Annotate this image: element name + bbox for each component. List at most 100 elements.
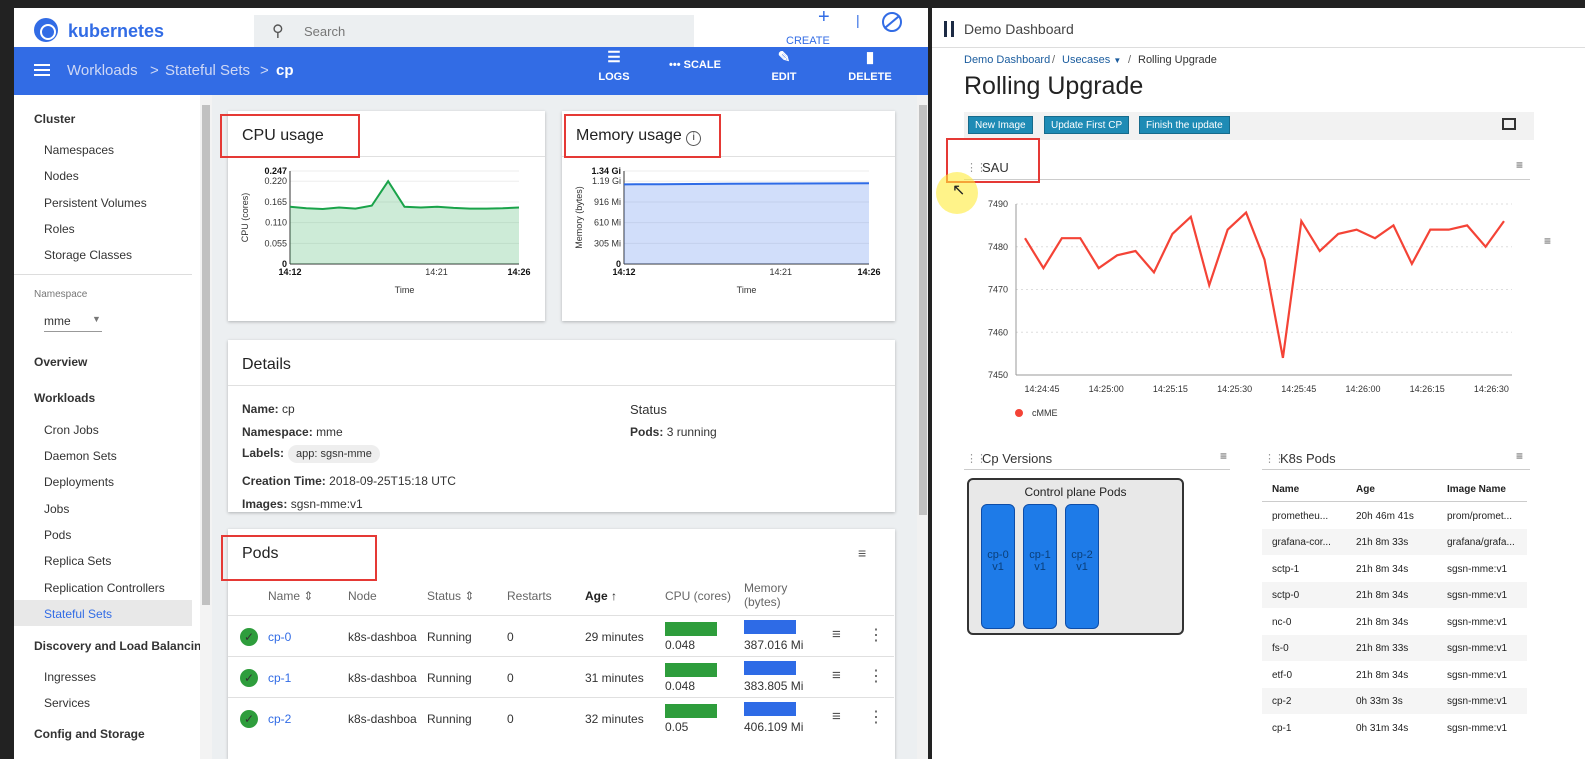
notifications-off-icon[interactable] <box>882 12 902 32</box>
col-status[interactable]: Status ⇕ <box>427 589 474 603</box>
sidebar-workloads[interactable]: Workloads <box>34 391 95 405</box>
breadcrumb-workloads[interactable]: Workloads <box>67 62 138 79</box>
breadcrumb-demo-dashboard[interactable]: Demo Dashboard <box>964 54 1050 66</box>
sidebar-item-jobs[interactable]: Jobs <box>44 502 69 516</box>
y-tick-label: 0.220 <box>264 176 287 186</box>
chevron-down-icon[interactable]: ▼ <box>92 314 101 324</box>
sidebar-item-pods[interactable]: Pods <box>44 528 71 542</box>
y-tick-label: 916 Mi <box>594 197 621 207</box>
sort-up-icon[interactable]: ↑ <box>611 589 617 603</box>
sidebar-item-replica-sets[interactable]: Replica Sets <box>44 554 111 568</box>
col-age[interactable]: Age ↑ <box>585 589 617 603</box>
col-name[interactable]: Name ⇕ <box>268 589 313 603</box>
logs-icon[interactable]: ≡ <box>832 667 841 684</box>
edit-button[interactable]: ✎ EDIT <box>766 47 802 83</box>
logs-icon[interactable]: ≡ <box>832 626 841 643</box>
fullscreen-icon[interactable] <box>1502 118 1516 130</box>
table-row[interactable]: etf-0 21h 8m 34s sgsn-mme:v1 <box>1262 662 1527 688</box>
legend-marker <box>1015 409 1023 417</box>
x-tick-label: 14:26:00 <box>1345 384 1380 394</box>
detail-name: Name: cp <box>242 402 295 416</box>
kubernetes-dashboard: kubernetes ⚲ Search + | CREATE Workloads… <box>14 8 928 759</box>
more-vert-icon[interactable]: ⋮ <box>868 666 884 686</box>
cp-pod-block[interactable]: cp-0 v1 <box>981 504 1015 629</box>
search-input[interactable]: Search <box>304 24 345 39</box>
pod-name-link[interactable]: cp-2 <box>268 712 291 726</box>
table-row[interactable]: fs-0 21h 8m 33s sgsn-mme:v1 <box>1262 635 1527 661</box>
search-box[interactable]: ⚲ Search <box>254 15 694 47</box>
x-tick-label: 14:25:00 <box>1089 384 1124 394</box>
create-button[interactable]: CREATE <box>786 35 830 47</box>
side-menu-icon[interactable]: ≡ <box>1544 234 1551 248</box>
sidebar-discovery[interactable]: Discovery and Load Balancing <box>34 639 209 653</box>
sidebar-overview[interactable]: Overview <box>34 355 87 369</box>
sidebar-item-storage-classes[interactable]: Storage Classes <box>44 248 132 262</box>
cp-pod-block[interactable]: cp-1 v1 <box>1023 504 1057 629</box>
more-vert-icon[interactable]: ⋮ <box>868 707 884 727</box>
table-row[interactable]: grafana-cor... 21h 8m 33s grafana/grafa... <box>1262 529 1527 555</box>
table-row[interactable]: cp-2 0h 33m 3s sgsn-mme:v1 <box>1262 688 1527 714</box>
pod-name-link[interactable]: cp-0 <box>268 630 291 644</box>
namespace-select-value[interactable]: mme <box>44 314 71 328</box>
breadcrumb-separator: / <box>1052 54 1056 66</box>
col-node: Node <box>348 589 377 603</box>
sidebar-item-roles[interactable]: Roles <box>44 222 75 236</box>
y-tick-label: 7460 <box>988 327 1008 337</box>
table-row[interactable]: sctp-0 21h 8m 34s sgsn-mme:v1 <box>1262 582 1527 608</box>
filter-icon[interactable]: ≡ <box>858 545 866 561</box>
table-row[interactable]: prometheu... 20h 46m 41s prom/promet... <box>1262 503 1527 529</box>
logs-icon[interactable]: ≡ <box>832 708 841 725</box>
table-row[interactable]: ✓ cp-1 k8s-dashboa Running 0 31 minutes … <box>228 656 894 697</box>
panel-menu-icon[interactable]: ≡ <box>1220 449 1227 463</box>
brand-name[interactable]: kubernetes <box>68 21 164 42</box>
sidebar-config[interactable]: Config and Storage <box>34 727 145 741</box>
sidebar-item-cron-jobs[interactable]: Cron Jobs <box>44 423 99 437</box>
table-row[interactable]: sctp-1 21h 8m 34s sgsn-mme:v1 <box>1262 556 1527 582</box>
sidebar-cluster[interactable]: Cluster <box>34 112 75 126</box>
main-content: CPU usage 0.247 0.220 0.165 0.110 0.055 0 14:1… <box>212 95 917 759</box>
logs-button[interactable]: ☰ LOGS <box>596 47 632 83</box>
delete-button[interactable]: ▮ DELETE <box>846 47 894 83</box>
sidebar-item-persistent-volumes[interactable]: Persistent Volumes <box>44 196 147 210</box>
finish-update-button[interactable]: Finish the update <box>1139 116 1230 134</box>
cp-pod-block[interactable]: cp-2 v1 <box>1065 504 1099 629</box>
search-icon: ⚲ <box>272 23 284 40</box>
breadcrumb-cp: cp <box>276 62 294 79</box>
table-row[interactable]: cp-1 0h 31m 34s sgsn-mme:v1 <box>1262 715 1527 741</box>
sidebar-item-replication-controllers[interactable]: Replication Controllers <box>44 581 165 595</box>
pod-node: k8s-dashboa <box>348 671 417 685</box>
breadcrumb-stateful-sets[interactable]: Stateful Sets <box>165 62 250 79</box>
create-plus-icon[interactable]: + <box>818 8 830 29</box>
more-vert-icon[interactable]: ⋮ <box>868 625 884 645</box>
pod-name-link[interactable]: cp-1 <box>268 671 291 685</box>
sidebar-scrollbar[interactable] <box>200 95 212 759</box>
sort-icon[interactable]: ⇕ <box>303 589 313 603</box>
update-first-cp-button[interactable]: Update First CP <box>1044 116 1130 134</box>
breadcrumb-usecases[interactable]: Usecases ▼ <box>1062 54 1121 66</box>
main-scrollbar[interactable] <box>917 95 928 759</box>
sidebar-item-nodes[interactable]: Nodes <box>44 169 79 183</box>
dashboard-logo-icon[interactable] <box>944 21 954 37</box>
sidebar-item-deployments[interactable]: Deployments <box>44 475 114 489</box>
dashboard-title[interactable]: Demo Dashboard <box>964 21 1074 37</box>
new-image-button[interactable]: New Image <box>968 116 1033 134</box>
table-row[interactable]: ✓ cp-0 k8s-dashboa Running 0 29 minutes … <box>228 615 894 656</box>
x-tick-label: 14:25:15 <box>1153 384 1188 394</box>
table-row[interactable]: ✓ cp-2 k8s-dashboa Running 0 32 minutes … <box>228 697 894 738</box>
breadcrumb-rolling-upgrade: Rolling Upgrade <box>1138 54 1217 66</box>
hamburger-menu-icon[interactable] <box>34 64 50 76</box>
panel-menu-icon[interactable]: ≡ <box>1516 158 1523 172</box>
breadcrumb-separator: > <box>150 62 159 79</box>
sidebar-item-daemon-sets[interactable]: Daemon Sets <box>44 449 117 463</box>
pod-restarts: 0 <box>507 712 514 726</box>
panel-menu-icon[interactable]: ≡ <box>1516 449 1523 463</box>
breadcrumb-separator: / <box>1128 54 1132 66</box>
sidebar-item-namespaces[interactable]: Namespaces <box>44 143 114 157</box>
sidebar-item-services[interactable]: Services <box>44 696 90 710</box>
sidebar-item-stateful-sets[interactable]: Stateful Sets <box>14 600 192 626</box>
table-row[interactable]: nc-0 21h 8m 34s sgsn-mme:v1 <box>1262 609 1527 635</box>
sidebar-item-ingresses[interactable]: Ingresses <box>44 670 96 684</box>
scale-button[interactable]: ••• SCALE <box>669 59 731 71</box>
sort-icon[interactable]: ⇕ <box>464 589 474 603</box>
kubernetes-logo-icon[interactable] <box>34 18 58 42</box>
